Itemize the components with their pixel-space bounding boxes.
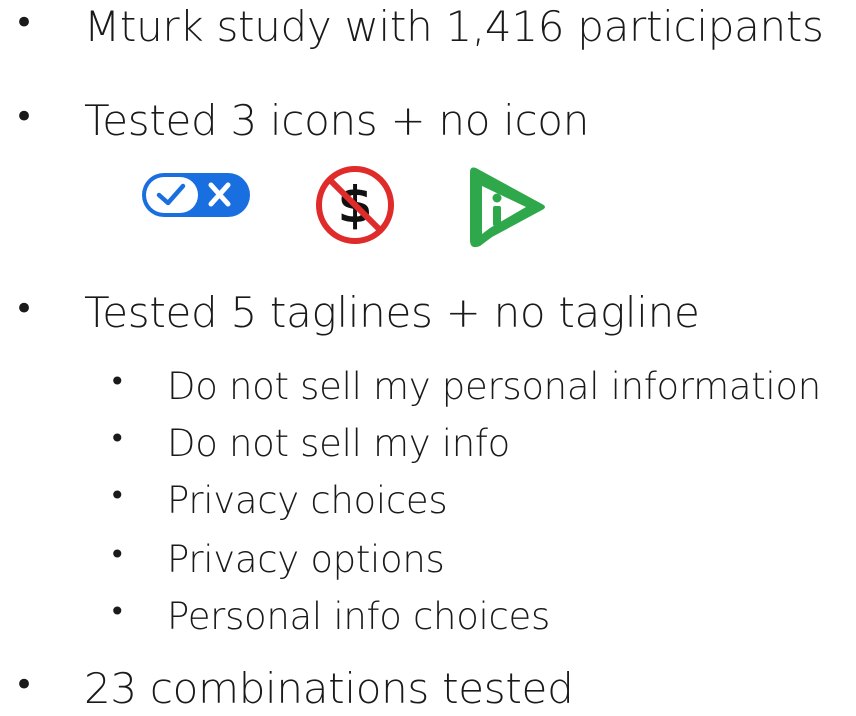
bullet-study-text: Mturk study with 1,416 participants	[84, 2, 824, 51]
tagline-text: Do not sell my info	[167, 422, 510, 465]
no-dollar-icon: $	[310, 164, 400, 246]
toggle-check-x-icon	[140, 170, 252, 220]
tagline-text: Privacy choices	[167, 479, 448, 522]
bullet-taglines-tested-text: Tested 5 taglines + no tagline	[84, 288, 700, 337]
bullet-dot: •	[109, 365, 126, 398]
bullet-dot: •	[14, 665, 35, 705]
bullet-dot: •	[109, 538, 126, 571]
tagline-text: Do not sell my personal information	[167, 365, 821, 408]
green-play-info-icon	[462, 162, 552, 250]
icons-row: $	[0, 162, 856, 252]
bullet-icons-tested-text: Tested 3 icons + no icon	[84, 96, 590, 145]
tagline-text: Privacy options	[167, 538, 445, 581]
bullet-dot: •	[14, 3, 35, 43]
bullet-dot: •	[109, 595, 126, 628]
bullet-combinations-text: 23 combinations tested	[84, 664, 574, 713]
bullet-dot: •	[109, 479, 126, 512]
slide: • Mturk study with 1,416 participants • …	[0, 0, 856, 716]
tagline-text: Personal info choices	[167, 595, 550, 638]
bullet-dot: •	[14, 289, 35, 329]
bullet-dot: •	[14, 97, 35, 137]
bullet-dot: •	[109, 422, 126, 455]
